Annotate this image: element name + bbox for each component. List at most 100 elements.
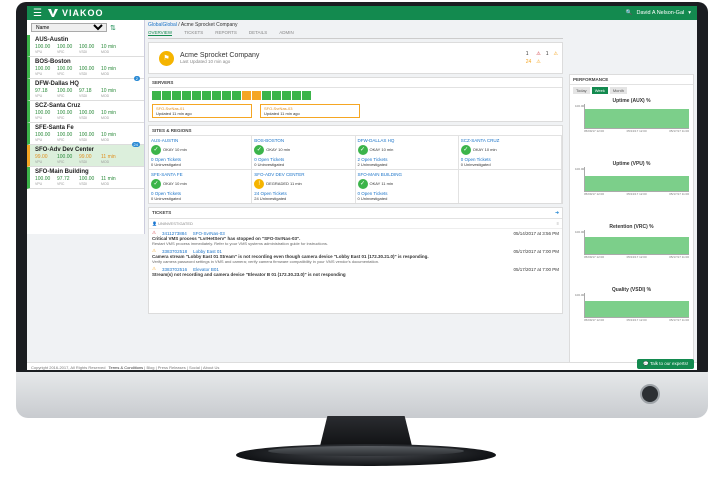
check-icon: ✓	[460, 145, 471, 155]
server-card-left[interactable]: SFO-SvrNas-01 Updated 11 min ago	[152, 104, 252, 118]
server-status-box[interactable]	[282, 91, 291, 100]
site-item[interactable]: SFE-Santa Fe 100.00 100.00 100.00 10 min VPU V…	[27, 123, 144, 145]
warning-count[interactable]: 1	[546, 51, 549, 57]
range-tab-today[interactable]: Today	[573, 87, 590, 94]
ticket-view-toggle[interactable]: ≡	[557, 221, 559, 226]
menu-icon[interactable]: ☰	[33, 8, 42, 19]
footer-link[interactable]: Press Releases	[158, 365, 186, 370]
site-card[interactable]: AUS-AUSTIN ✓ OKAY 10 min 0 Open Tickets 0 Un…	[149, 136, 253, 169]
ticket-id[interactable]: 3411273884	[162, 231, 187, 236]
site-item[interactable]: AUS-Austin 100.00 100.00 100.00 10 min VPU VRC…	[27, 35, 144, 57]
site-item[interactable]: SFO-Adv Dev Center 24 99.00 100.00 99.00 11 m…	[27, 142, 144, 167]
ticket-item[interactable]: ⚠ 3383702516 Elevator B01 05/17/2017 at 7:0…	[149, 265, 562, 278]
footer-link[interactable]: Social	[189, 365, 200, 370]
site-item[interactable]: SFO-Main Building 100.00 97.72 100.00 11 min…	[27, 167, 144, 189]
chart-plot: 100.00	[575, 230, 689, 255]
server-status-box[interactable]	[212, 91, 221, 100]
chart-y-max: 100.00	[575, 293, 585, 297]
server-status-box[interactable]	[202, 91, 211, 100]
chart-area	[585, 176, 689, 191]
next-arrow-icon[interactable]: ➔	[555, 210, 559, 216]
site-name: SCZ-Santa Cruz	[35, 103, 81, 109]
search-icon[interactable]: 🔍	[626, 10, 633, 16]
performance-charts: Uptime (AUX) % 100.00 05/09/17 12:00 05/13/…	[570, 98, 693, 348]
ticket-filter[interactable]: UNINVESTIGATED	[158, 221, 193, 226]
brand-logo[interactable]: VIAKOO	[47, 8, 104, 18]
site-item[interactable]: SCZ-Santa Cruz 100.00 100.00 100.00 10 min VP…	[27, 101, 144, 123]
site-card[interactable]: DFW-DALLAS HQ ✓ OKAY 10 min 2 Open Tickets 2…	[356, 136, 459, 169]
site-status: ✓ OKAY 10 min	[254, 145, 352, 155]
status-label: OKAY	[369, 181, 381, 187]
tab-reports[interactable]: REPORTS	[215, 30, 237, 36]
server-status-box[interactable]	[302, 91, 311, 100]
user-menu[interactable]: 🔍 David A Nelson-Gal ▾	[626, 10, 691, 16]
ticket-id[interactable]: 3383702516	[162, 267, 187, 272]
performance-title: PERFORMANCE	[570, 75, 693, 85]
site-name: SFE-Santa Fe	[35, 125, 74, 131]
site-metric-labels: VPU VRC VSDI MOD	[35, 116, 141, 120]
footer-links: Terms & Conditions | Blog | Press Releas…	[109, 365, 220, 370]
metric-label: VRC	[57, 182, 65, 186]
ticket-device[interactable]: Elevator B01	[193, 267, 219, 272]
user-icon: 👤	[152, 221, 157, 226]
tab-details[interactable]: DETAILS	[249, 30, 267, 36]
uninvestigated-count: 0 Uninvestigated	[151, 162, 181, 167]
breadcrumb-root[interactable]: GlobalGlobal	[148, 22, 177, 28]
critical-count[interactable]: 1	[526, 51, 532, 57]
ticket-device[interactable]: SFO-SvrNas-03	[193, 231, 225, 236]
ticket-id[interactable]: 3383702518	[162, 249, 187, 254]
power-button[interactable]	[640, 384, 660, 404]
server-status-box[interactable]	[252, 91, 261, 100]
user-name[interactable]: David A Nelson-Gal	[637, 10, 685, 16]
site-item[interactable]: DFW-Dallas HQ 2 97.18 100.00 97.18 10 min VPU V…	[27, 76, 144, 101]
site-status-text: DEGRADED 11 min	[266, 181, 302, 186]
tab-overview[interactable]: OVERVIEW	[148, 30, 173, 36]
server-status-box[interactable]	[292, 91, 301, 100]
server-status-box[interactable]	[172, 91, 181, 100]
server-card-right[interactable]: SFO-SvrNas-03 Updated 11 min ago	[260, 104, 360, 118]
x-tick-label: 05/09/17 12:00	[584, 255, 605, 259]
tab-admin[interactable]: ADMIN	[279, 30, 294, 36]
site-card[interactable]: SFE-SANTA FE ✓ OKAY 10 min 0 Open Tickets 0 …	[149, 170, 253, 203]
footer-link[interactable]: About Us	[203, 365, 219, 370]
site-card[interactable]: SCZ-SANTA CRUZ ✓ OKAY 10 min 0 Open Tickets…	[459, 136, 562, 169]
server-status-box[interactable]	[162, 91, 171, 100]
talk-to-experts-button[interactable]: 💬 Talk to our experts!	[637, 359, 694, 369]
site-card[interactable]: SFO-ADV DEV CENTER! DEGRADED 11 min 24 Ope…	[252, 170, 356, 203]
footer-link[interactable]: Terms & Conditions	[109, 365, 144, 370]
tab-tickets[interactable]: TICKETS	[184, 30, 203, 36]
site-card[interactable]: SFO-MAIN BUILDING ✓ OKAY 11 min 0 Open Tick…	[356, 170, 459, 203]
site-card[interactable]: BOS-BOSTON ✓ OKAY 10 min 0 Open Tickets 0 Un…	[252, 136, 356, 169]
server-status-box[interactable]	[182, 91, 191, 100]
range-tab-week[interactable]: Week	[591, 87, 608, 94]
ticket-device[interactable]: Lobby East 01	[193, 249, 222, 254]
server-status-box[interactable]	[272, 91, 281, 100]
copyright-text: Copyright 2016-2017, All Rights Reserved	[31, 364, 106, 370]
status-time: 10 min	[278, 147, 291, 153]
sort-icon[interactable]: ⇅	[110, 24, 116, 32]
degraded-count[interactable]: 24	[526, 59, 532, 65]
chart-x-axis: 05/09/17 12:00 05/13/17 12:00 05/17/17 11:…	[584, 318, 689, 322]
ticket-item[interactable]: ⚠ 3383702518 Lobby East 01 05/17/2017 at 7:…	[149, 247, 562, 265]
server-status-box[interactable]	[152, 91, 161, 100]
site-item[interactable]: BOS-Boston 100.00 100.00 100.00 10 min VPU VRC…	[27, 57, 144, 79]
server-status-box[interactable]	[262, 91, 271, 100]
metric-label: VSDI	[79, 72, 88, 76]
server-status-box[interactable]	[232, 91, 241, 100]
server-status-box[interactable]	[242, 91, 251, 100]
status-time: 10 min	[381, 147, 394, 153]
x-tick-label: 05/09/17 12:00	[584, 129, 605, 133]
main-tabs: OVERVIEW TICKETS REPORTS DETAILS ADMIN	[148, 30, 563, 39]
metric-label: VSDI	[79, 182, 88, 186]
ticket-item[interactable]: ⚠ 3411273884 SFO-SvrNas-03 05/14/2017 at 3:…	[149, 229, 562, 247]
metric-label: VPU	[35, 138, 43, 142]
site-sort-select[interactable]: Name	[31, 23, 107, 32]
site-filter: Name ⇅	[27, 20, 144, 35]
range-tab-month[interactable]: Month	[609, 87, 627, 94]
metric-label: MOD	[101, 182, 110, 186]
metric-label: VPU	[35, 50, 43, 54]
server-status-box[interactable]	[222, 91, 231, 100]
server-status-box[interactable]	[192, 91, 201, 100]
status-label: OKAY	[163, 147, 174, 153]
site-status: ✓ OKAY 10 min	[151, 179, 249, 189]
